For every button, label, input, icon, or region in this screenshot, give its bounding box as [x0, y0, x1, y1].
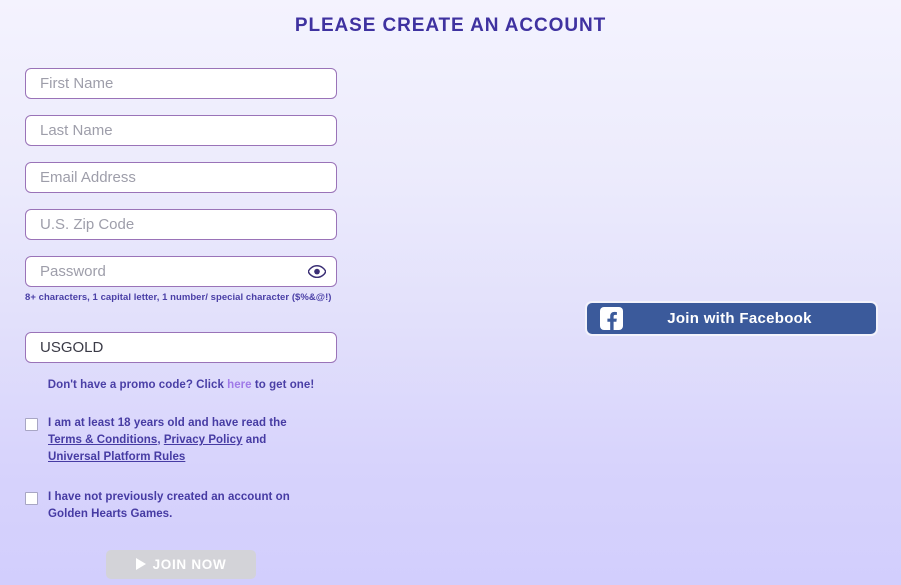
checkbox-row-age-and-terms: I am at least 18 years old and have read… — [25, 415, 337, 465]
no-previous-account-label: I have not previously created an account… — [48, 491, 290, 521]
page-title: PLEASE CREATE AN ACCOUNT — [294, 15, 607, 36]
agreements-group: I am at least 18 years old and have read… — [25, 415, 337, 522]
no-previous-account-checkbox[interactable] — [25, 492, 38, 506]
join-now-button[interactable]: JOIN NOW — [106, 549, 256, 579]
promo-here-link[interactable]: here — [227, 379, 252, 391]
facebook-icon — [600, 307, 623, 330]
email-input[interactable] — [25, 162, 337, 193]
last-name-input[interactable] — [25, 115, 337, 146]
promo-note-text-before: Don't have a promo code? Click — [47, 379, 228, 392]
zip-field-wrapper — [25, 209, 337, 240]
promo-code-input[interactable] — [25, 332, 337, 364]
terms-and-conditions-link[interactable]: Terms & Conditions — [48, 434, 157, 446]
universal-platform-rules-link[interactable]: Universal Platform Rules — [48, 451, 185, 463]
first-name-field-wrapper — [25, 68, 337, 99]
email-field-wrapper — [25, 162, 337, 193]
zip-code-input[interactable] — [25, 209, 337, 240]
password-field-wrapper — [25, 256, 337, 287]
join-with-facebook-button[interactable]: Join with Facebook — [585, 301, 878, 336]
eye-icon[interactable] — [307, 262, 327, 282]
agree-text-3: and — [242, 434, 267, 447]
play-icon — [135, 558, 146, 571]
signup-form: 8+ characters, 1 capital letter, 1 numbe… — [25, 68, 337, 579]
first-name-input[interactable] — [25, 68, 337, 99]
password-input[interactable] — [25, 256, 337, 287]
join-now-label: JOIN NOW — [152, 556, 227, 572]
age-and-terms-checkbox[interactable] — [25, 418, 38, 432]
agree-text-1: I am at least 18 years old and have read… — [48, 417, 287, 430]
promo-note-text-after: to get one! — [251, 379, 315, 392]
last-name-field-wrapper — [25, 115, 337, 146]
privacy-policy-link[interactable]: Privacy Policy — [164, 434, 243, 446]
promo-field-wrapper — [25, 332, 337, 364]
promo-note: Don't have a promo code? Click here to g… — [25, 379, 337, 391]
checkbox-row-no-previous-account: I have not previously created an account… — [25, 489, 337, 522]
facebook-button-label: Join with Facebook — [667, 310, 812, 327]
age-and-terms-label: I am at least 18 years old and have read… — [48, 415, 310, 465]
join-now-wrapper: JOIN NOW — [25, 549, 337, 579]
password-hint: 8+ characters, 1 capital letter, 1 numbe… — [25, 292, 332, 303]
